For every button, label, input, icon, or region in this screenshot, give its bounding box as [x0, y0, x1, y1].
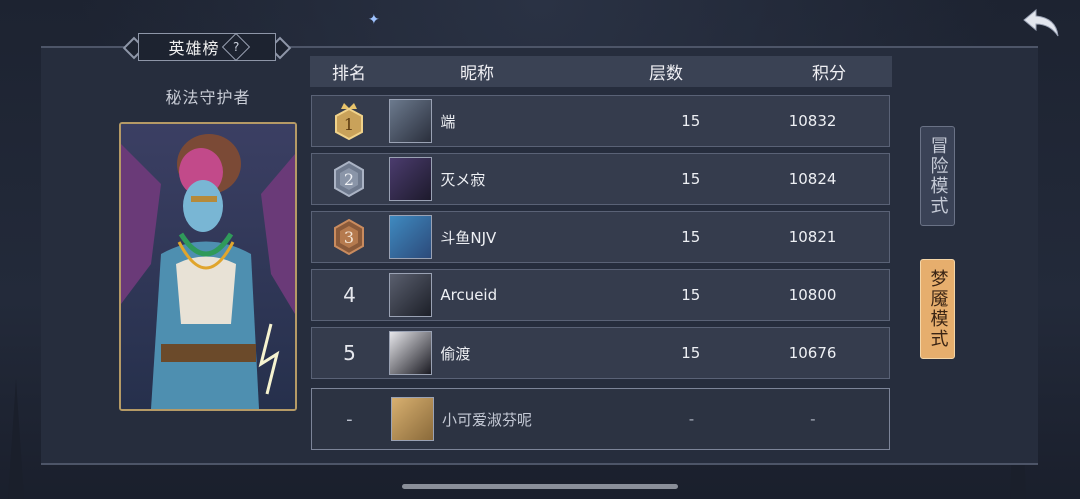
- score-value: 10824: [788, 170, 837, 188]
- page-title: 英雄榜: [168, 39, 220, 58]
- nickname: 小可爱淑芬呢: [441, 410, 532, 429]
- table-row[interactable]: 4 Arcueid 15 10800: [311, 269, 890, 321]
- header-rank: 排名: [332, 64, 366, 84]
- rank-number: 4: [343, 283, 356, 307]
- nickname: 端: [440, 112, 456, 131]
- floors-value: 15: [681, 344, 701, 362]
- adventure-mode-label: 冒险模式: [927, 136, 949, 216]
- avatar[interactable]: [388, 157, 433, 201]
- back-arrow-icon[interactable]: [1020, 6, 1064, 42]
- avatar[interactable]: [388, 99, 433, 143]
- svg-text:1: 1: [344, 115, 354, 134]
- header-score: 积分: [812, 64, 846, 84]
- adventure-mode-button[interactable]: 冒险模式: [920, 126, 955, 226]
- star-sparkle: ✦: [368, 12, 380, 28]
- floors-value: 15: [681, 228, 701, 246]
- score-value: -: [810, 410, 816, 428]
- score-value: 10676: [788, 344, 837, 362]
- table-row[interactable]: 3 斗鱼NJV 15 10821: [311, 211, 890, 263]
- nightmare-mode-label: 梦魇模式: [927, 269, 949, 349]
- rank-number: 5: [343, 341, 356, 365]
- nightmare-mode-button[interactable]: 梦魇模式: [920, 259, 955, 359]
- floors-value: 15: [681, 170, 701, 188]
- nickname: 偷渡: [440, 344, 471, 363]
- rank-badge-bronze: 3: [312, 217, 387, 257]
- background-spire: [8, 379, 24, 499]
- table-row[interactable]: 5 偷渡 15 10676: [311, 327, 890, 379]
- header-nickname: 昵称: [460, 64, 494, 84]
- hero-portrait: [119, 122, 297, 411]
- score-value: 10800: [788, 286, 837, 304]
- avatar[interactable]: [388, 215, 433, 259]
- nickname: 斗鱼NJV: [440, 228, 497, 247]
- table-header: 排名 昵称 层数 积分: [310, 56, 892, 87]
- floors-value: 15: [681, 112, 701, 130]
- home-indicator[interactable]: [402, 484, 678, 489]
- nickname: 灭メ寂: [440, 170, 486, 189]
- my-rank-row[interactable]: - 小可爱淑芬呢 - -: [311, 388, 890, 450]
- floors-value: 15: [681, 286, 701, 304]
- svg-text:3: 3: [344, 228, 354, 247]
- avatar[interactable]: [388, 331, 433, 375]
- rank-badge-silver: 2: [312, 159, 387, 199]
- table-row[interactable]: 2 灭メ寂 15 10824: [311, 153, 890, 205]
- avatar[interactable]: [390, 397, 434, 441]
- rank-badge-gold: 1: [312, 101, 387, 141]
- floors-value: -: [688, 410, 695, 428]
- nickname: Arcueid: [440, 286, 498, 304]
- rank-number: -: [346, 408, 353, 430]
- avatar[interactable]: [388, 273, 433, 317]
- table-row[interactable]: 1 端 15 10832: [311, 95, 890, 147]
- svg-text:2: 2: [344, 170, 354, 189]
- title-tab: 英雄榜 ?: [122, 31, 292, 63]
- score-value: 10832: [788, 112, 837, 130]
- score-value: 10821: [788, 228, 837, 246]
- header-floors: 层数: [649, 64, 683, 84]
- hero-name: 秘法守护者: [165, 88, 251, 107]
